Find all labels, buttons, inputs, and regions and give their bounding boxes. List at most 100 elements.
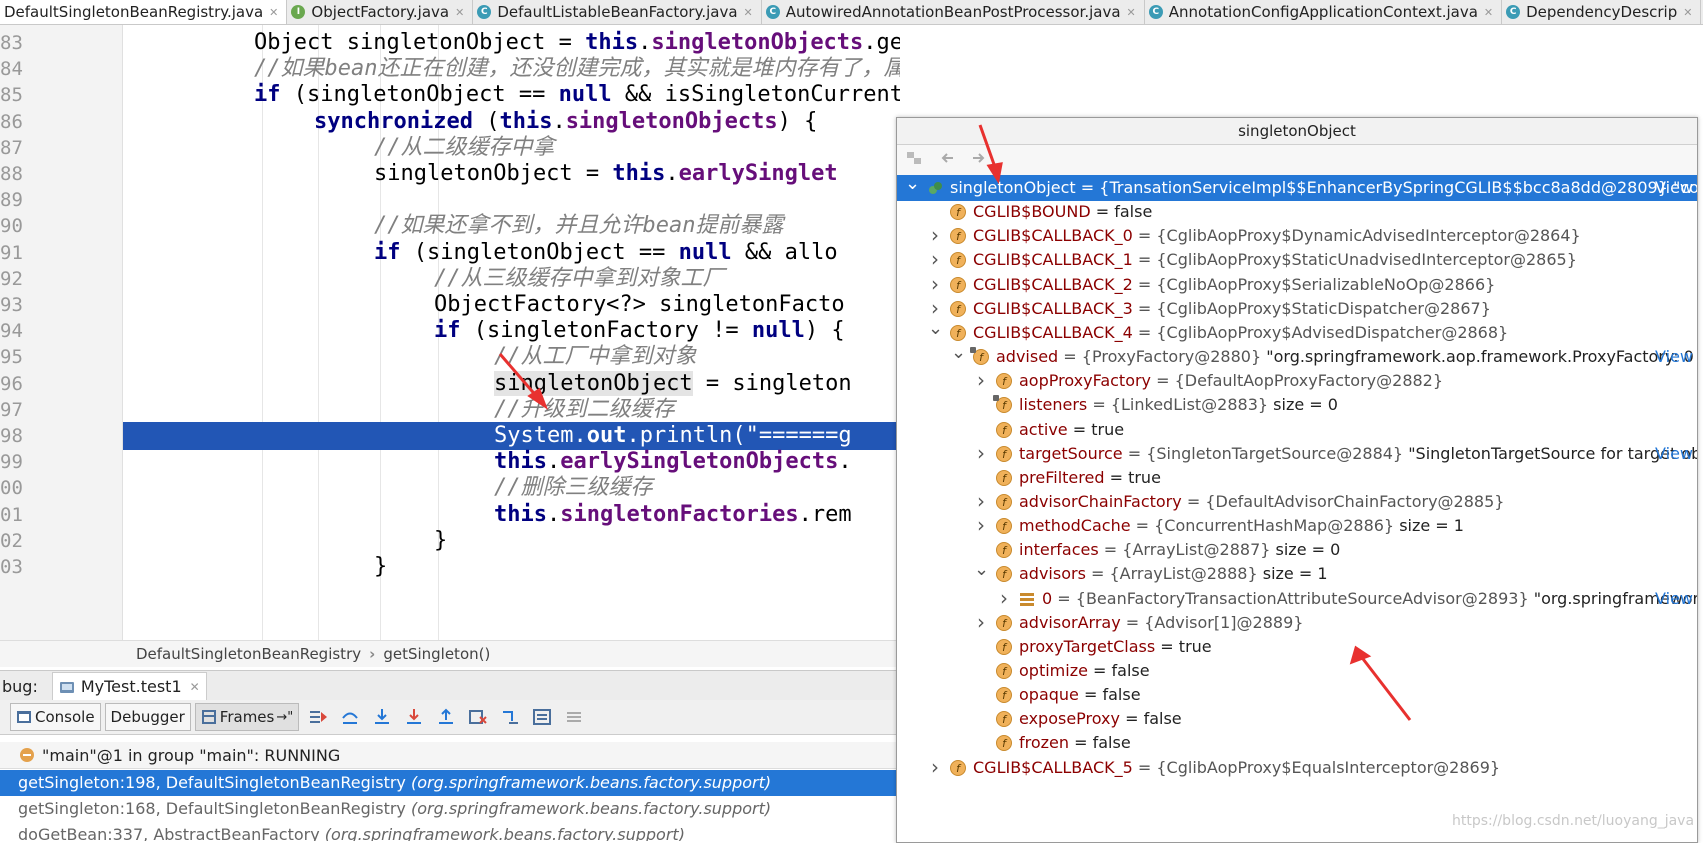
expand-arrow-icon[interactable]: › <box>928 272 942 298</box>
variable-row[interactable]: › f advisorArray = {Advisor[1]@2889} <box>897 610 1697 636</box>
code-line[interactable]: this.earlySingletonObjects. <box>0 448 900 476</box>
code-line[interactable]: //从二级缓存中拿 <box>0 134 900 162</box>
code-line[interactable]: Object singletonObject = this.singletonO… <box>0 29 900 57</box>
tab-5[interactable]: C DependencyDescrip ✕ <box>1502 0 1702 24</box>
variable-row[interactable]: › f targetSource = {SingletonTargetSource@… <box>897 441 1697 467</box>
code-line[interactable]: //升级到二级缓存 <box>0 396 900 424</box>
stack-frame[interactable]: doGetBean:337, AbstractBeanFactory (org.… <box>0 822 900 841</box>
step-into-icon[interactable] <box>369 704 395 730</box>
variable-row[interactable]: › 0 = {BeanFactoryTransactionAttributeSou… <box>897 586 1697 612</box>
tab-3[interactable]: C AutowiredAnnotationBeanPostProcessor.ja… <box>762 0 1145 24</box>
code-line[interactable]: singletonObject = singleton <box>0 370 900 398</box>
expand-arrow-icon[interactable]: › <box>974 513 988 539</box>
forward-arrow-icon[interactable] <box>969 149 989 171</box>
variable-row[interactable]: ⌄ f advised = {ProxyFactory@2880} "org.spr… <box>897 344 1697 370</box>
variable-row[interactable]: f active = true <box>897 417 1697 443</box>
variable-row[interactable]: › f methodCache = {ConcurrentHashMap@2886}… <box>897 513 1697 539</box>
variable-row[interactable]: f opaque = false <box>897 682 1697 708</box>
tab-console[interactable]: Console <box>10 703 101 731</box>
variable-row[interactable]: ⌄ f CGLIB$CALLBACK_4 = {CglibAopProxy$Advi… <box>897 319 1697 346</box>
variable-row[interactable]: f listeners = {LinkedList@2883} size = 0 <box>897 392 1697 418</box>
code-line[interactable] <box>0 186 900 214</box>
stack-frame[interactable]: getSingleton:168, DefaultSingletonBeanRe… <box>0 796 900 822</box>
view-link[interactable]: View <box>1655 175 1693 201</box>
show-execution-point-icon[interactable] <box>305 704 331 730</box>
variable-row[interactable]: › f CGLIB$CALLBACK_2 = {CglibAopProxy$Seri… <box>897 272 1697 298</box>
run-to-cursor-icon[interactable] <box>497 704 523 730</box>
expand-arrow-icon[interactable]: › <box>974 489 988 515</box>
variable-row[interactable]: › f CGLIB$CALLBACK_3 = {CglibAopProxy$Stat… <box>897 296 1697 322</box>
evaluate-expression-icon[interactable] <box>529 704 555 730</box>
variable-row[interactable]: ⌄ f advisors = {ArrayList@2888} size = 1 <box>897 561 1697 587</box>
tab-frames[interactable]: Frames →" <box>194 703 300 731</box>
breadcrumb-class[interactable]: DefaultSingletonBeanRegistry <box>0 645 361 663</box>
close-icon[interactable]: ✕ <box>744 6 753 19</box>
tab-0[interactable]: DefaultSingletonBeanRegistry.java ✕ <box>0 0 288 24</box>
collapse-arrow-icon[interactable]: ⌄ <box>905 175 920 201</box>
current-execution-line[interactable]: System.out.println("======g <box>122 422 900 450</box>
code-line[interactable]: //从三级缓存中拿到对象工厂 <box>0 265 900 293</box>
run-config-tab[interactable]: MyTest.test1 ✕ <box>51 671 207 701</box>
expand-arrow-icon[interactable]: › <box>974 441 988 467</box>
variable-row[interactable]: › f aopProxyFactory = {DefaultAopProxyFact… <box>897 368 1697 394</box>
tab-1[interactable]: I ObjectFactory.java ✕ <box>287 0 474 24</box>
expand-arrow-icon[interactable]: › <box>974 610 988 636</box>
variable-row[interactable]: › f CGLIB$CALLBACK_0 = {CglibAopProxy$Dyna… <box>897 223 1697 249</box>
drop-frame-icon[interactable] <box>465 704 491 730</box>
expand-arrow-icon[interactable]: › <box>997 586 1011 612</box>
close-icon[interactable]: ✕ <box>1683 6 1692 19</box>
code-line[interactable]: this.singletonFactories.rem <box>0 501 900 529</box>
tab-4[interactable]: C AnnotationConfigApplicationContext.java… <box>1145 0 1503 24</box>
step-over-icon[interactable] <box>337 704 363 730</box>
tab-debugger[interactable]: Debugger <box>104 703 191 731</box>
expand-arrow-icon[interactable]: › <box>928 223 942 249</box>
variable-row[interactable]: f optimize = false <box>897 658 1697 684</box>
code-line[interactable]: if (singletonObject == null && allo <box>0 239 900 267</box>
view-link[interactable]: View <box>1655 441 1693 467</box>
expand-arrow-icon[interactable]: › <box>974 368 988 394</box>
code-editor[interactable]: Object singletonObject = this.singletonO… <box>0 25 900 640</box>
collapse-arrow-icon[interactable]: ⌄ <box>928 319 943 346</box>
code-line[interactable]: } <box>0 553 900 581</box>
code-line[interactable]: //如果bean还正在创建，还没创建完成，其实就是堆内存有了，属性还没有DI依赖… <box>0 55 900 83</box>
variable-row[interactable]: f proxyTargetClass = true <box>897 634 1697 660</box>
close-icon[interactable]: ✕ <box>1484 6 1493 19</box>
code-line[interactable]: singletonObject = this.earlySinglet <box>0 160 900 188</box>
expand-arrow-icon[interactable]: › <box>928 755 942 781</box>
expand-arrow-icon[interactable]: › <box>928 247 942 273</box>
code-line[interactable]: //如果还拿不到，并且允许bean提前暴露 <box>0 212 900 240</box>
close-icon[interactable]: ✕ <box>455 6 464 19</box>
variable-row[interactable]: › f advisorChainFactory = {DefaultAdvisorC… <box>897 489 1697 515</box>
close-icon[interactable]: ✕ <box>1127 6 1136 19</box>
view-link[interactable]: View <box>1655 586 1693 612</box>
variable-row[interactable]: f exposeProxy = false <box>897 706 1697 732</box>
tab-2[interactable]: C DefaultListableBeanFactory.java ✕ <box>473 0 762 24</box>
stack-frame[interactable]: getSingleton:198, DefaultSingletonBeanRe… <box>0 770 900 796</box>
variable-row[interactable]: f interfaces = {ArrayList@2887} size = 0 <box>897 537 1697 563</box>
close-icon[interactable]: ✕ <box>190 680 200 694</box>
variable-row[interactable]: ⌄ singletonObject = {TransationServiceImp… <box>897 175 1697 201</box>
code-line[interactable]: //从工厂中拿到对象 <box>0 343 900 371</box>
breadcrumb-method[interactable]: getSingleton() <box>383 645 490 663</box>
variable-row[interactable]: f preFiltered = true <box>897 465 1697 491</box>
step-out-icon[interactable] <box>433 704 459 730</box>
code-line[interactable]: synchronized (this.singletonObjects) { <box>0 108 900 136</box>
variable-row[interactable]: f CGLIB$BOUND = false <box>897 199 1697 225</box>
code-line[interactable]: ObjectFactory<?> singletonFacto <box>0 291 900 319</box>
code-line[interactable]: if (singletonObject == null && isSinglet… <box>0 81 900 109</box>
collapse-arrow-icon[interactable]: ⌄ <box>974 561 989 587</box>
collapse-arrow-icon[interactable]: ⌄ <box>951 344 966 370</box>
thread-selector[interactable]: "main"@1 in group "main": RUNNING <box>0 742 900 769</box>
code-line[interactable]: //删除三级缓存 <box>0 474 900 502</box>
variable-row[interactable]: › f CGLIB$CALLBACK_1 = {CglibAopProxy$Stat… <box>897 247 1697 273</box>
code-line[interactable]: if (singletonFactory != null) { <box>0 317 900 345</box>
trace-icon[interactable] <box>561 704 587 730</box>
variable-row[interactable]: › f CGLIB$CALLBACK_5 = {CglibAopProxy$Equa… <box>897 755 1697 781</box>
variable-row[interactable]: f frozen = false <box>897 730 1697 756</box>
view-link[interactable]: View <box>1655 344 1693 370</box>
tree-icon[interactable] <box>905 149 925 171</box>
close-icon[interactable]: ✕ <box>269 6 278 19</box>
code-line[interactable]: } <box>0 527 900 555</box>
back-arrow-icon[interactable] <box>939 149 959 171</box>
force-step-into-icon[interactable] <box>401 704 427 730</box>
